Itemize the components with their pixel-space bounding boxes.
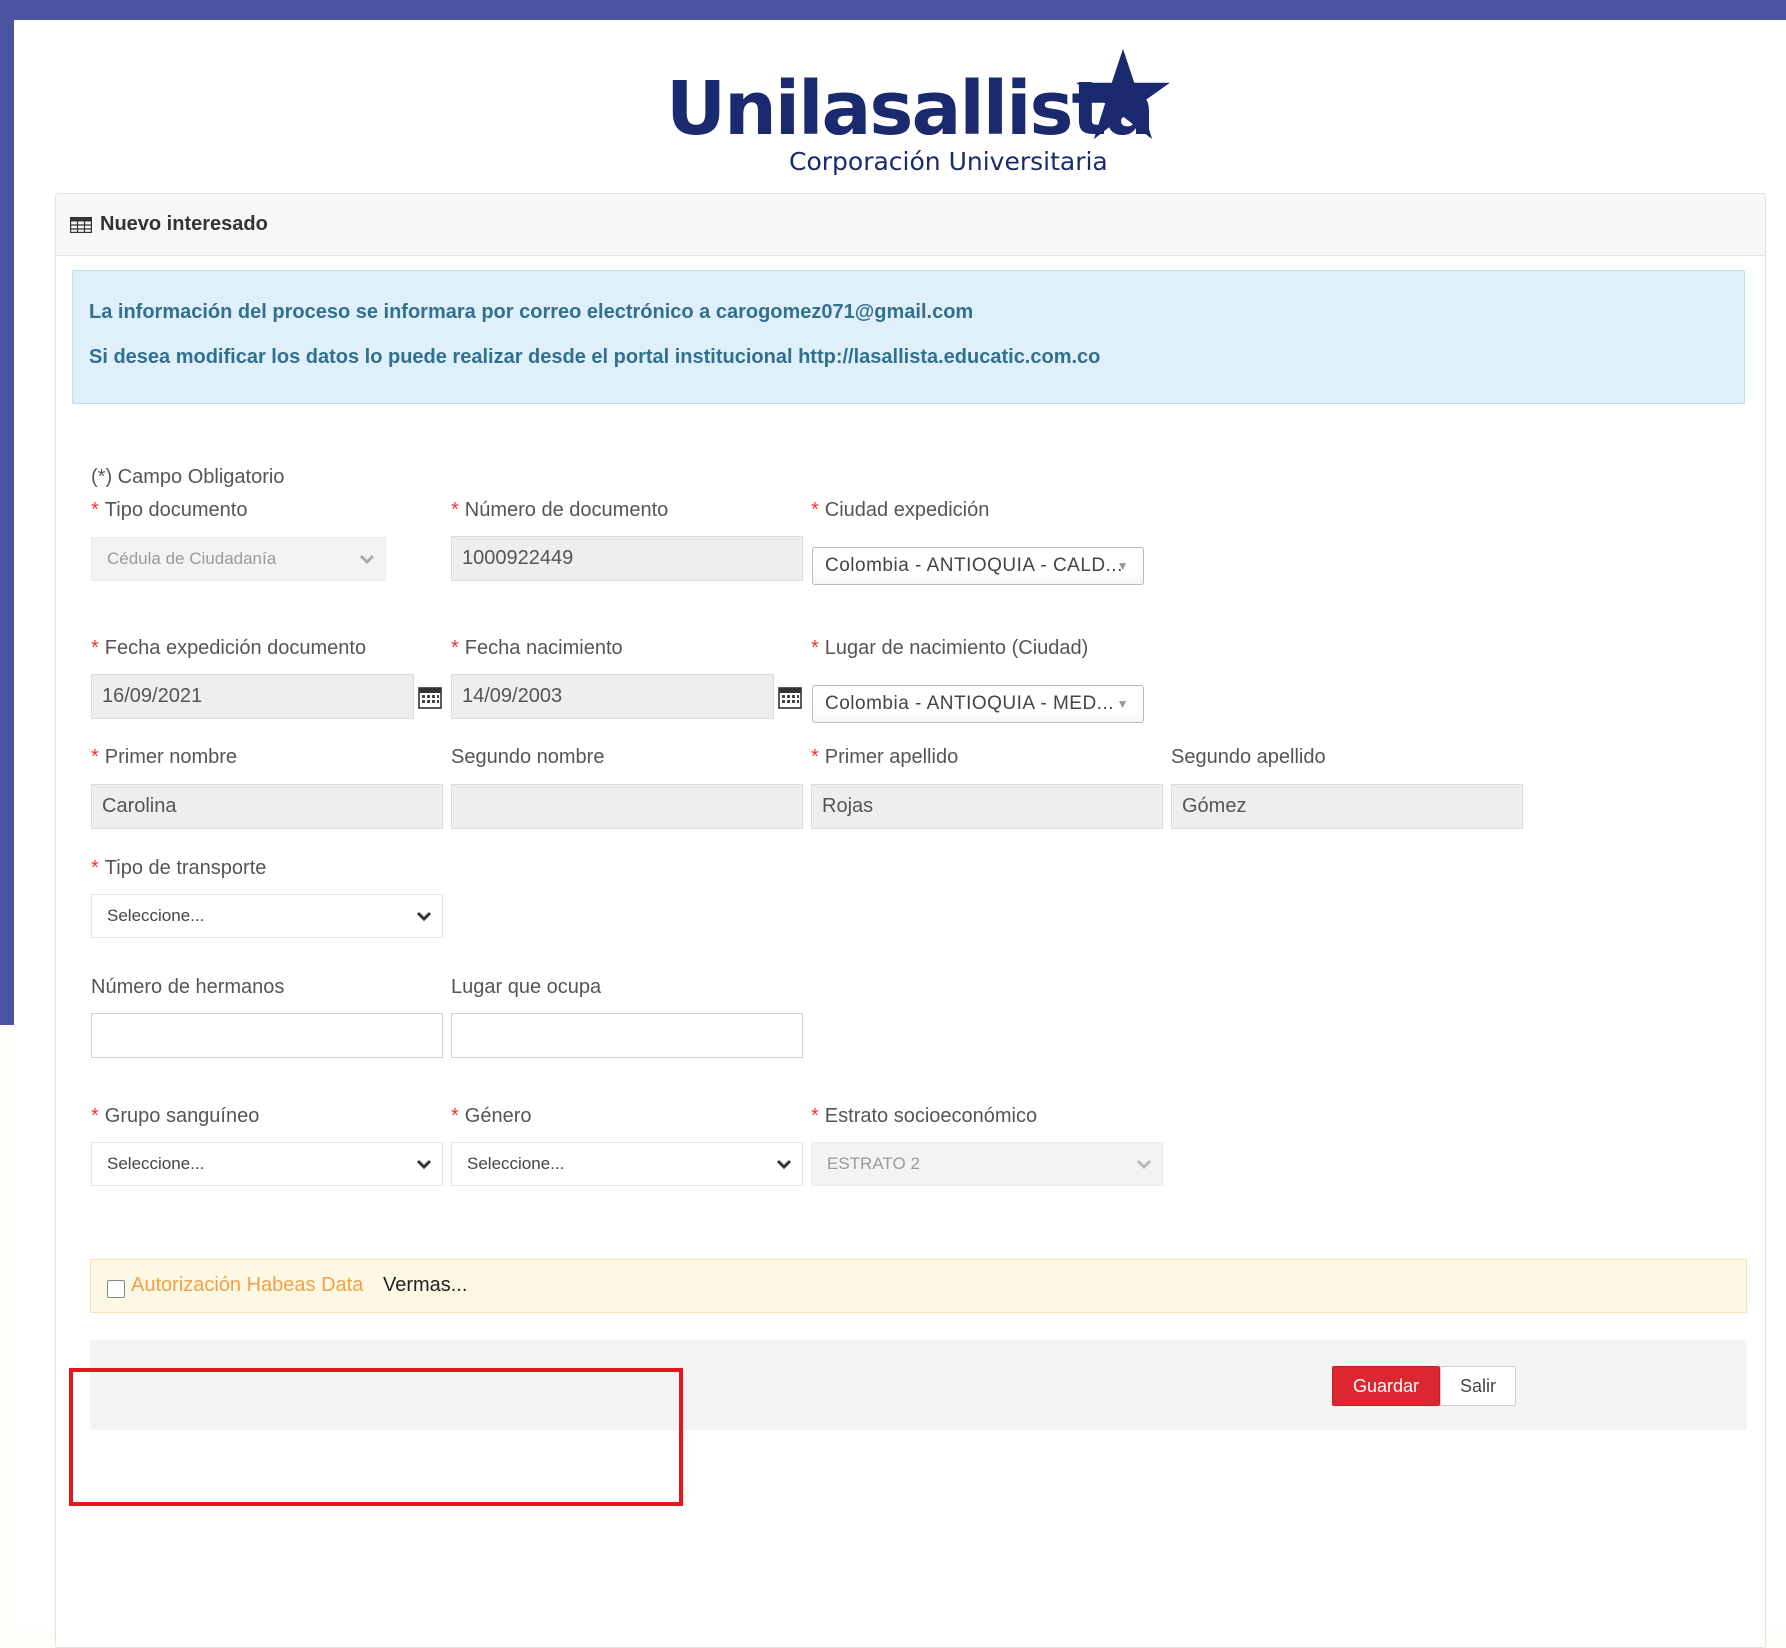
highlight-box [69,1368,683,1506]
required-asterisk: * [451,637,459,659]
panel-header: Nuevo interesado [56,194,1765,256]
genero-select[interactable]: Seleccione... [451,1142,803,1186]
segundo-nombre-label: Segundo nombre [451,746,605,768]
primer-apellido-label: * Primer apellido [811,746,958,769]
genero-label: * Género [451,1105,532,1128]
required-asterisk: * [91,499,99,521]
calendar-icon[interactable] [777,684,803,710]
required-asterisk: * [451,1105,459,1127]
alert-portal-line: Si desea modificar los datos lo puede re… [89,346,1101,368]
numero-hermanos-input[interactable] [91,1013,443,1058]
grupo-sanguineo-label: * Grupo sanguíneo [91,1105,259,1128]
save-button[interactable]: Guardar [1332,1366,1440,1406]
fecha-nacimiento-input[interactable]: 14/09/2003 [451,674,774,719]
fecha-expedicion-input[interactable]: 16/09/2021 [91,674,414,719]
exit-button[interactable]: Salir [1440,1366,1516,1406]
lugar-nacimiento-select[interactable]: Colombia - ANTIOQUIA - MED... ▼ [812,685,1144,723]
lugar-nacimiento-label-text: Lugar de nacimiento (Ciudad) [824,637,1089,659]
segundo-apellido-input[interactable]: Gómez [1171,784,1523,829]
panel-title: Nuevo interesado [100,213,268,235]
tipo-documento-select[interactable]: Cédula de Ciudadanía [91,537,386,581]
required-asterisk: * [451,499,459,521]
primer-nombre-label: * Primer nombre [91,746,237,769]
ver-mas-link[interactable]: Vermas... [383,1274,467,1297]
estrato-value: ESTRATO 2 [827,1154,920,1173]
fecha-expedicion-label: * Fecha expedición documento [91,637,366,660]
estrato-label: * Estrato socioeconómico [811,1105,1037,1128]
required-note-text: Campo Obligatorio [117,466,285,488]
primer-nombre-input[interactable]: Carolina [91,784,443,829]
numero-documento-label: * Número de documento [451,499,668,522]
window-frame-top [0,0,1786,20]
segundo-nombre-input[interactable] [451,784,803,829]
estrato-select[interactable]: ESTRATO 2 [811,1142,1163,1186]
grupo-sanguineo-select[interactable]: Seleccione... [91,1142,443,1186]
ciudad-expedicion-select[interactable]: Colombia - ANTIOQUIA - CALD... ▼ [812,547,1144,585]
lugar-nacimiento-label: * Lugar de nacimiento (Ciudad) [811,637,1088,660]
required-asterisk: * [91,637,99,659]
required-asterisk: * [811,637,819,659]
lugar-nacimiento-value: Colombia - ANTIOQUIA - MED... [825,693,1114,714]
numero-documento-label-text: Número de documento [464,499,669,521]
primer-nombre-label-text: Primer nombre [104,746,238,768]
required-asterisk: * [811,1105,819,1127]
tipo-transporte-label: * Tipo de transporte [91,857,266,880]
genero-value: Seleccione... [467,1154,565,1173]
required-asterisk: * [811,746,819,768]
chevron-down-icon [416,911,432,922]
chevron-down-icon [359,554,375,565]
info-alert: La información del proceso se informara … [72,270,1745,404]
tipo-documento-label-text: Tipo documento [104,499,248,521]
ciudad-expedicion-value: Colombia - ANTIOQUIA - CALD... [825,555,1123,576]
tipo-documento-value: Cédula de Ciudadanía [107,549,277,568]
lugar-ocupa-input[interactable] [451,1013,803,1058]
calendar-icon[interactable] [417,684,443,710]
ciudad-expedicion-label-text: Ciudad expedición [824,499,990,521]
numero-documento-input[interactable]: 1000922449 [451,536,803,581]
required-asterisk: * [91,857,99,879]
segundo-apellido-label: Segundo apellido [1171,746,1326,768]
required-field-note: (*) Campo Obligatorio [91,466,284,489]
ciudad-expedicion-label: * Ciudad expedición [811,499,989,522]
brand-logo: Unilasallista Corporación Universitaria [666,42,1170,192]
grupo-sanguineo-label-text: Grupo sanguíneo [104,1105,260,1127]
estrato-label-text: Estrato socioeconómico [824,1105,1038,1127]
fecha-expedicion-label-text: Fecha expedición documento [104,637,367,659]
primer-apellido-input[interactable]: Rojas [811,784,1163,829]
star-icon [1076,48,1170,140]
tipo-transporte-select[interactable]: Seleccione... [91,894,443,938]
tipo-documento-label: * Tipo documento [91,499,247,522]
chevron-down-icon [776,1159,792,1170]
required-mark: (*) [91,466,113,488]
brand-subtitle: Corporación Universitaria [789,147,1108,176]
numero-hermanos-label: Número de hermanos [91,976,285,998]
chevron-down-icon [416,1159,432,1170]
genero-label-text: Género [464,1105,532,1127]
habeas-data-label[interactable]: Autorización Habeas Data [131,1274,363,1297]
chevron-down-icon [1136,1159,1152,1170]
primer-apellido-label-text: Primer apellido [824,746,959,768]
habeas-data-row: Autorización Habeas Data Vermas... [90,1259,1747,1313]
required-asterisk: * [91,1105,99,1127]
habeas-data-checkbox[interactable] [107,1280,125,1298]
dropdown-arrow-icon: ▼ [1116,697,1129,711]
lugar-ocupa-label: Lugar que ocupa [451,976,602,998]
required-asterisk: * [91,746,99,768]
fecha-nacimiento-label-text: Fecha nacimiento [464,637,623,659]
alert-email-line: La información del proceso se informara … [89,301,974,323]
tipo-transporte-label-text: Tipo de transporte [104,857,267,879]
required-asterisk: * [811,499,819,521]
tipo-transporte-value: Seleccione... [107,906,205,925]
grupo-sanguineo-value: Seleccione... [107,1154,205,1173]
dropdown-arrow-icon: ▼ [1116,559,1129,573]
fecha-nacimiento-label: * Fecha nacimiento [451,637,623,660]
page: Unilasallista Corporación Universitaria … [14,20,1786,1648]
table-icon [70,216,92,233]
window-frame-left [0,0,14,1025]
